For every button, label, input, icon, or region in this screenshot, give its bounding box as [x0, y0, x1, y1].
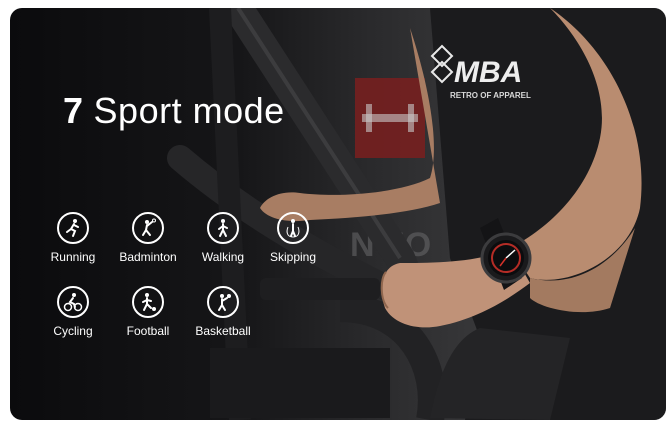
- mode-label: Running: [50, 250, 96, 264]
- mode-label: Basketball: [195, 324, 251, 338]
- mode-label: Football: [126, 324, 170, 338]
- mode-basketball: Basketball: [183, 286, 263, 338]
- red-sign: [355, 78, 425, 158]
- page-title: 7 Sport mode: [63, 90, 285, 132]
- football-player-icon: [132, 286, 164, 318]
- title-text: Sport mode: [93, 90, 285, 131]
- jump-rope-icon: [277, 212, 309, 244]
- badminton-player-icon: [132, 212, 164, 244]
- mode-running: Running: [33, 212, 113, 264]
- mode-badminton: Badminton: [108, 212, 188, 264]
- mode-cycling: Cycling: [33, 286, 113, 338]
- promo-banner: NTIO MBA RETRO OF APPAREL 7 Sport mode R…: [10, 8, 666, 420]
- mode-label: Skipping: [269, 250, 317, 264]
- mode-walking: Walking: [183, 212, 263, 264]
- walking-person-icon: [207, 212, 239, 244]
- shirt-logo-text: MBA: [454, 56, 522, 89]
- mode-count: 7: [63, 90, 84, 131]
- mode-skipping: Skipping: [253, 212, 333, 264]
- mode-label: Badminton: [119, 250, 177, 264]
- mode-label: Cycling: [53, 324, 93, 338]
- mode-label: Walking: [201, 250, 245, 264]
- mode-football: Football: [108, 286, 188, 338]
- shirt-logo-subtext: RETRO OF APPAREL: [450, 91, 531, 100]
- running-person-icon: [57, 212, 89, 244]
- basketball-player-icon: [207, 286, 239, 318]
- cyclist-icon: [57, 286, 89, 318]
